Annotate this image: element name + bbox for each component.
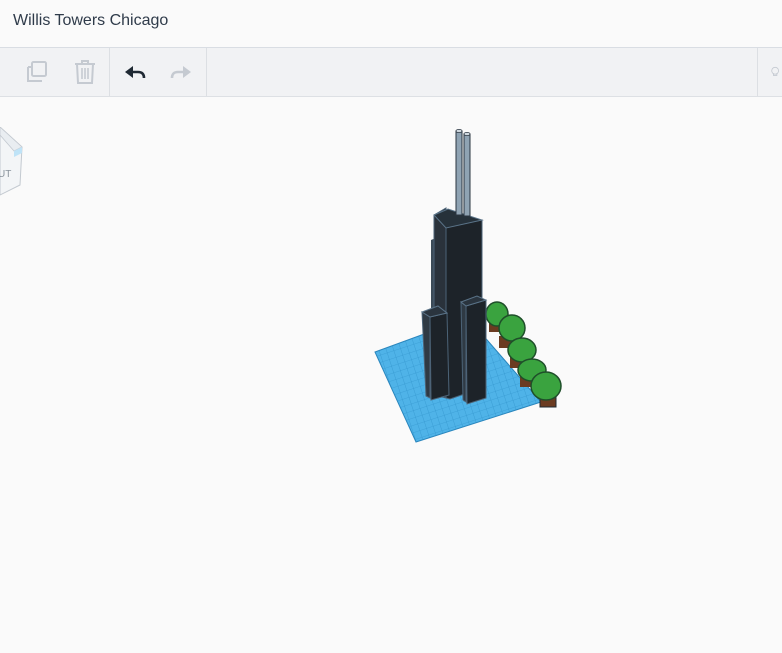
front-tower[interactable] (460, 295, 488, 405)
left-tower[interactable] (420, 305, 450, 401)
antenna-left[interactable] (455, 128, 463, 216)
antenna-right[interactable] (463, 131, 471, 217)
design-scene (374, 128, 562, 443)
